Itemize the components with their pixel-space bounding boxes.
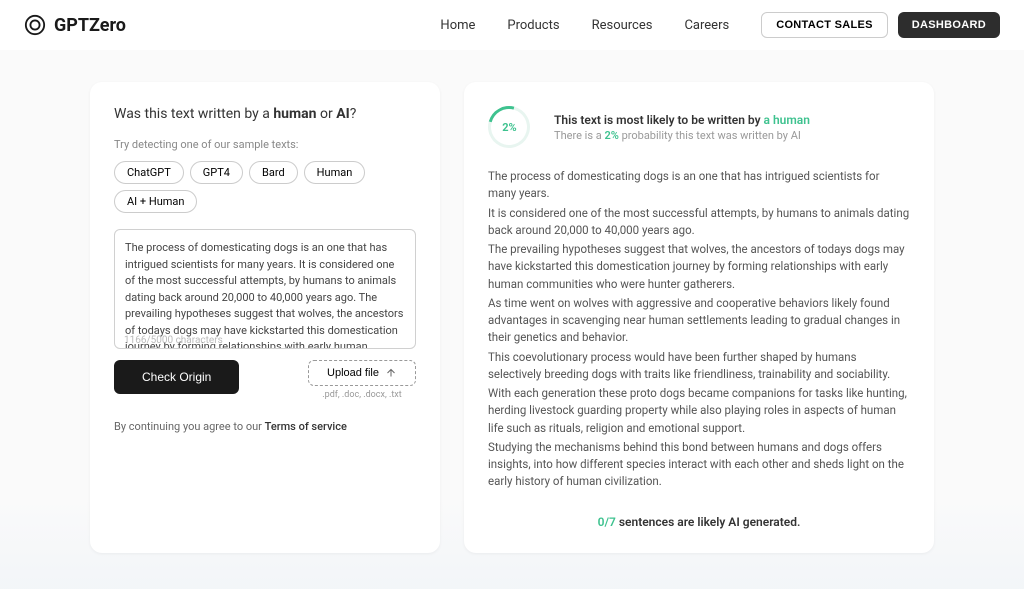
brand-text: GPTZero: [54, 15, 126, 36]
char-count: 1166/5000 characters: [124, 335, 416, 346]
nav-home[interactable]: Home: [440, 18, 475, 33]
result-panel: 2% This text is most likely to be writte…: [464, 82, 934, 553]
contact-sales-button[interactable]: CONTACT SALES: [761, 12, 888, 38]
sentence: With each generation these proto dogs be…: [488, 385, 910, 437]
result-text: This text is most likely to be written b…: [554, 113, 910, 142]
result-subtitle: There is a 2% probability this text was …: [554, 129, 910, 142]
result-header: 2% This text is most likely to be writte…: [488, 106, 910, 148]
question-heading: Was this text written by a human or AI?: [114, 106, 416, 122]
nav-resources[interactable]: Resources: [592, 18, 653, 33]
upload-icon: [385, 367, 397, 379]
chip-human[interactable]: Human: [304, 161, 366, 184]
main: Was this text written by a human or AI? …: [0, 50, 1024, 553]
nav-careers[interactable]: Careers: [684, 18, 729, 33]
sentence: This coevolutionary process would have b…: [488, 349, 910, 384]
sample-label: Try detecting one of our sample texts:: [114, 138, 416, 151]
sentence: The prevailing hypotheses suggest that w…: [488, 241, 910, 293]
upload-file-button[interactable]: Upload file: [308, 360, 416, 386]
nav: Home Products Resources Careers CONTACT …: [440, 12, 1000, 38]
analyzed-text: The process of domesticating dogs is an …: [488, 168, 910, 491]
upload-formats: .pdf, .doc, .docx, .txt: [308, 390, 416, 400]
check-origin-button[interactable]: Check Origin: [114, 360, 239, 394]
terms-text: By continuing you agree to our Terms of …: [114, 420, 416, 433]
sentence: Studying the mechanisms behind this bond…: [488, 439, 910, 491]
text-input[interactable]: [114, 229, 416, 349]
chip-bard[interactable]: Bard: [249, 161, 298, 184]
logo[interactable]: GPTZero: [24, 14, 126, 36]
terms-link[interactable]: Terms of service: [265, 420, 347, 433]
chip-gpt4[interactable]: GPT4: [190, 161, 243, 184]
upload-area: Upload file .pdf, .doc, .docx, .txt: [308, 360, 416, 400]
percent-circle: 2%: [480, 98, 537, 155]
sample-chips: ChatGPT GPT4 Bard Human AI + Human: [114, 161, 416, 213]
nav-products[interactable]: Products: [507, 18, 559, 33]
sentence: The process of domesticating dogs is an …: [488, 168, 910, 203]
header: GPTZero Home Products Resources Careers …: [0, 0, 1024, 50]
sentence: It is considered one of the most success…: [488, 205, 910, 240]
input-panel: Was this text written by a human or AI? …: [90, 82, 440, 553]
chip-aihuman[interactable]: AI + Human: [114, 190, 197, 213]
sentence-count: 0/7 sentences are likely AI generated.: [488, 515, 910, 529]
nav-buttons: CONTACT SALES DASHBOARD: [761, 12, 1000, 38]
logo-icon: [24, 14, 46, 36]
dashboard-button[interactable]: DASHBOARD: [898, 12, 1000, 38]
sentence: As time went on wolves with aggressive a…: [488, 295, 910, 347]
chip-chatgpt[interactable]: ChatGPT: [114, 161, 184, 184]
result-title: This text is most likely to be written b…: [554, 113, 910, 127]
actions-row: Check Origin Upload file .pdf, .doc, .do…: [114, 360, 416, 400]
